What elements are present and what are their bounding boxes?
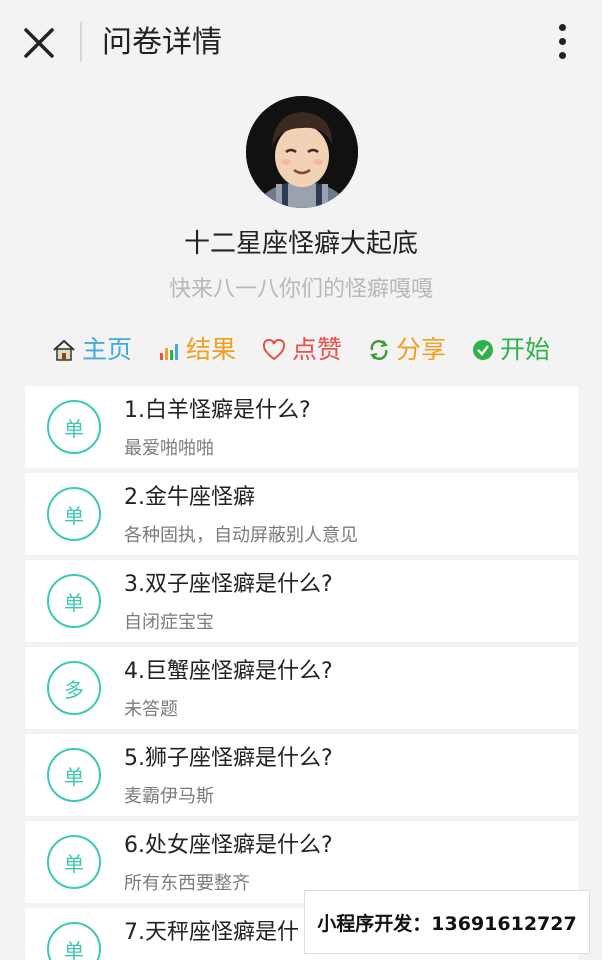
single-choice-badge: 单 [47,922,101,960]
survey-subtitle: 快来八一八你们的怪癖嘎嘎 [168,277,433,302]
home-icon [53,339,75,361]
start-button[interactable]: 开始 [472,332,550,368]
question-title: 7.天秤座怪癖是什 [124,920,299,945]
refresh-share-icon [370,339,388,361]
question-title: 3.双子座怪癖是什么? [124,572,333,597]
check-circle-icon [473,340,494,360]
share-button[interactable]: 分享 [368,332,446,368]
header-divider [80,22,82,62]
action-bar: 主页 结果 点赞 分享 开始 [0,330,602,370]
page-title: 问卷详情 [102,25,222,60]
single-choice-badge: 单 [47,748,101,802]
question-answer: 各种固执，自动屏蔽别人意见 [124,525,358,546]
close-icon [24,28,54,58]
question-title: 5.狮子座怪癖是什么? [124,746,333,771]
survey-title: 十二星座怪癖大起底 [183,229,418,259]
question-item-2[interactable]: 单 2.金牛座怪癖 各种固执，自动屏蔽别人意见 [25,473,578,555]
question-title: 6.处女座怪癖是什么? [124,833,333,858]
single-choice-badge: 单 [47,574,101,628]
promo-banner: 小程序开发：13691612727 [304,890,590,954]
home-button[interactable]: 主页 [52,332,132,368]
single-choice-badge: 单 [47,487,101,541]
start-label: 开始 [500,335,551,364]
results-label: 结果 [185,335,236,364]
like-button[interactable]: 点赞 [262,332,342,368]
like-label: 点赞 [291,335,342,364]
heart-icon [262,339,286,361]
close-button[interactable] [22,26,56,60]
share-label: 分享 [396,335,447,364]
question-answer: 麦霸伊马斯 [124,786,214,807]
avatar [246,96,358,208]
home-label: 主页 [81,335,132,364]
question-item-5[interactable]: 单 5.狮子座怪癖是什么? 麦霸伊马斯 [25,734,578,816]
question-item-4[interactable]: 多 4.巨蟹座怪癖是什么? 未答题 [25,647,578,729]
question-list: 单 1.白羊怪癖是什么? 最爱啪啪啪 单 2.金牛座怪癖 各种固执，自动屏蔽别人… [25,386,578,960]
results-button[interactable]: 结果 [158,332,236,368]
single-choice-badge: 单 [47,400,101,454]
question-title: 4.巨蟹座怪癖是什么? [124,659,333,684]
question-title: 2.金牛座怪癖 [124,485,255,510]
question-item-1[interactable]: 单 1.白羊怪癖是什么? 最爱啪啪啪 [25,386,578,468]
bar-chart-icon [159,344,178,360]
question-answer: 自闭症宝宝 [124,612,214,633]
question-answer: 未答题 [124,699,178,720]
multiple-choice-badge: 多 [47,661,101,715]
single-choice-badge: 单 [47,835,101,889]
question-answer: 最爱啪啪啪 [124,438,214,459]
question-title: 1.白羊怪癖是什么? [124,398,311,423]
top-bar: 问卷详情 [0,0,602,84]
more-button[interactable] [548,22,578,62]
question-item-3[interactable]: 单 3.双子座怪癖是什么? 自闭症宝宝 [25,560,578,642]
question-answer: 所有东西要整齐 [124,873,250,894]
